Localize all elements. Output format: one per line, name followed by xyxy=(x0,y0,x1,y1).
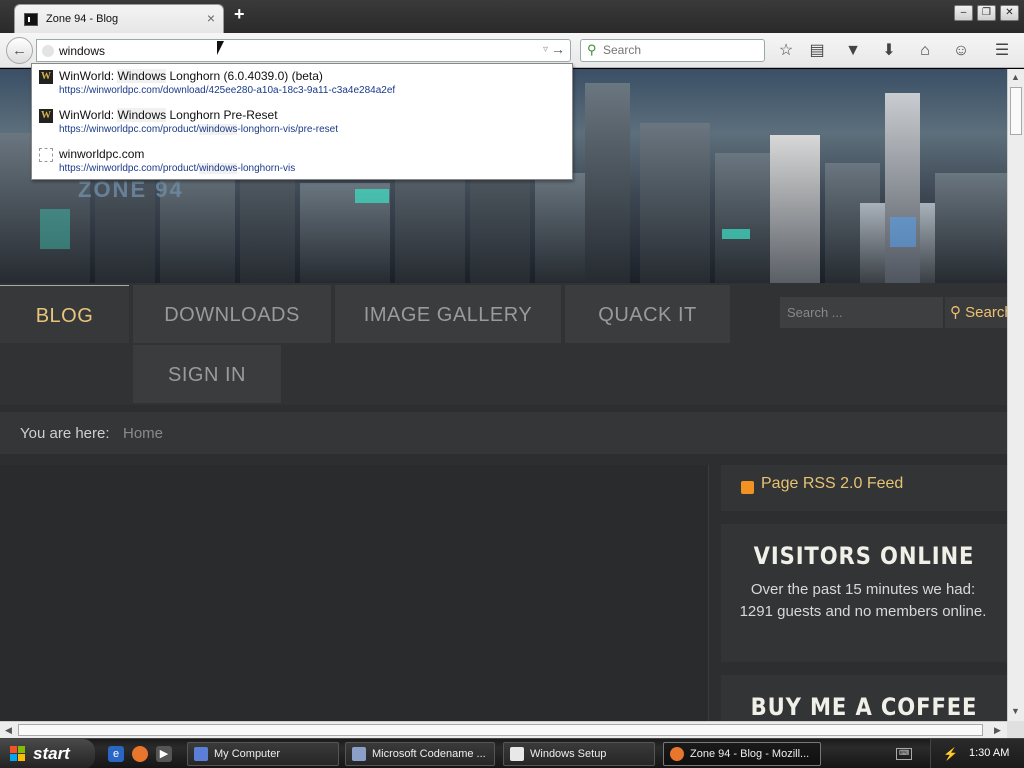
arrow-left-icon: ← xyxy=(12,42,27,59)
windows-logo-icon xyxy=(10,746,26,762)
autocomplete-item[interactable]: W WinWorld: Windows Longhorn Pre-Reset h… xyxy=(32,103,572,142)
url-autocomplete-popup: W WinWorld: Windows Longhorn (6.0.4039.0… xyxy=(31,63,573,180)
visitors-online-box: VISITORS ONLINE Over the past 15 minutes… xyxy=(721,524,1007,662)
menu-item-blog[interactable]: BLOG xyxy=(0,285,129,343)
main-content xyxy=(0,465,709,721)
autocomplete-url: https://winworldpc.com/product/windows-l… xyxy=(59,124,339,135)
url-dropdown-icon[interactable]: ▿ xyxy=(543,44,548,55)
maximize-button[interactable]: ❐ xyxy=(977,5,996,21)
autocomplete-title: winworldpc.com xyxy=(59,147,145,161)
autocomplete-title: WinWorld: Windows Longhorn Pre-Reset xyxy=(59,108,278,122)
pocket-icon[interactable]: ▼ xyxy=(842,40,864,62)
buy-coffee-box: BUY ME A COFFEE xyxy=(721,675,1007,721)
download-icon[interactable]: ⬇ xyxy=(878,40,900,62)
taskbar-item-windows-setup[interactable]: Windows Setup xyxy=(503,742,655,766)
window-icon xyxy=(510,747,524,761)
setup-icon xyxy=(352,747,366,761)
taskbar-item-my-computer[interactable]: My Computer xyxy=(187,742,339,766)
search-engine-icon[interactable]: ⚲ xyxy=(587,42,597,58)
autocomplete-url: https://winworldpc.com/product/windows-l… xyxy=(59,163,296,174)
visitors-heading: VISITORS ONLINE xyxy=(753,542,975,570)
visitors-text: Over the past 15 minutes we had: 1291 gu… xyxy=(739,581,987,620)
network-icon[interactable]: ⚡ xyxy=(943,747,958,761)
new-tab-button[interactable]: + xyxy=(234,4,245,25)
site-search-button[interactable]: ⚲ Search xyxy=(945,297,1007,328)
browser-search-bar[interactable]: ⚲ xyxy=(580,39,765,62)
windows-taskbar: start e ▶ My Computer Microsoft Codename… xyxy=(0,738,1024,768)
mouse-cursor-icon xyxy=(217,41,224,55)
media-player-icon[interactable]: ▶ xyxy=(156,746,172,762)
taskbar-item-firefox[interactable]: Zone 94 - Blog - Mozill... xyxy=(663,742,821,766)
vertical-scroll-thumb[interactable] xyxy=(1010,87,1022,135)
site-search-input[interactable]: Search ... xyxy=(780,297,943,328)
tab-zone94-blog[interactable]: Zone 94 - Blog × xyxy=(14,4,224,33)
taskbar-item-label: My Computer xyxy=(214,748,281,760)
internet-explorer-icon[interactable]: e xyxy=(108,746,124,762)
breadcrumb-label: You are here: xyxy=(20,425,110,442)
horizontal-scroll-thumb[interactable] xyxy=(18,724,983,736)
go-arrow-icon[interactable]: → xyxy=(551,41,565,57)
autocomplete-item[interactable]: winworldpc.com https://winworldpc.com/pr… xyxy=(32,142,572,181)
reading-list-icon[interactable]: ▤ xyxy=(806,40,828,62)
scroll-left-icon[interactable]: ◀ xyxy=(1,723,16,738)
keyboard-icon[interactable]: ⌨ xyxy=(896,748,912,760)
autocomplete-url: https://winworldpc.com/download/425ee280… xyxy=(59,85,396,96)
close-window-button[interactable]: ✕ xyxy=(1000,5,1019,21)
menu-item-sign-in[interactable]: SIGN IN xyxy=(133,345,281,403)
rss-feed-box: Page RSS 2.0 Feed xyxy=(721,465,1007,511)
rss-icon xyxy=(741,481,754,494)
firefox-icon[interactable] xyxy=(132,746,148,762)
menu-item-downloads[interactable]: DOWNLOADS xyxy=(133,285,331,343)
taskbar-item-label: Microsoft Codename ... xyxy=(372,748,486,760)
scrollbar-corner xyxy=(1007,721,1024,738)
zone94-favicon-icon xyxy=(24,13,38,26)
autocomplete-title: WinWorld: Windows Longhorn (6.0.4039.0) … xyxy=(59,69,323,83)
home-icon[interactable]: ⌂ xyxy=(914,40,936,62)
rss-feed-link[interactable]: Page RSS 2.0 Feed xyxy=(761,475,903,493)
taskbar-item-label: Windows Setup xyxy=(530,748,607,760)
chat-icon[interactable]: ☺ xyxy=(950,40,972,62)
menu-item-image-gallery[interactable]: IMAGE GALLERY xyxy=(335,285,561,343)
winworld-favicon-icon: W xyxy=(39,109,53,123)
tab-title: Zone 94 - Blog xyxy=(46,13,119,25)
system-tray: ⚡ 1:30 AM xyxy=(930,739,1024,768)
breadcrumb-home-link[interactable]: Home xyxy=(123,425,163,442)
site-menu: BLOG DOWNLOADS IMAGE GALLERY QUACK IT SI… xyxy=(0,283,1007,405)
taskbar-item-label: Zone 94 - Blog - Mozill... xyxy=(690,748,810,760)
scroll-up-icon[interactable]: ▲ xyxy=(1008,70,1023,85)
coffee-heading: BUY ME A COFFEE xyxy=(750,693,978,721)
vertical-scrollbar[interactable]: ▲ ▼ xyxy=(1007,69,1024,721)
start-label: start xyxy=(33,744,70,763)
tab-close-icon[interactable]: × xyxy=(207,10,215,26)
bookmark-star-icon[interactable]: ☆ xyxy=(775,40,797,62)
menu-hamburger-icon[interactable]: ☰ xyxy=(991,40,1013,62)
globe-icon xyxy=(42,45,54,57)
clock[interactable]: 1:30 AM xyxy=(969,747,1009,759)
scroll-down-icon[interactable]: ▼ xyxy=(1008,704,1023,719)
horizontal-scrollbar[interactable]: ◀ ▶ xyxy=(0,721,1007,738)
search-icon: ⚲ xyxy=(950,304,966,321)
firefox-icon xyxy=(670,747,684,761)
winworld-favicon-icon: W xyxy=(39,70,53,84)
site-search-button-label: Search xyxy=(965,304,1007,321)
blank-page-icon xyxy=(39,148,53,162)
menu-item-quack-it[interactable]: QUACK IT xyxy=(565,285,730,343)
start-button[interactable]: start xyxy=(0,739,95,768)
scroll-right-icon[interactable]: ▶ xyxy=(990,723,1005,738)
browser-titlebar: Zone 94 - Blog × + – ❐ ✕ xyxy=(0,0,1024,33)
back-button[interactable]: ← xyxy=(6,37,33,64)
breadcrumb: You are here: Home xyxy=(0,412,1007,454)
url-input[interactable] xyxy=(59,42,529,59)
browser-search-input[interactable] xyxy=(603,43,758,57)
autocomplete-item[interactable]: W WinWorld: Windows Longhorn (6.0.4039.0… xyxy=(32,64,572,103)
minimize-button[interactable]: – xyxy=(954,5,973,21)
url-bar[interactable]: ▿ → xyxy=(36,39,571,62)
computer-icon xyxy=(194,747,208,761)
taskbar-item-codename[interactable]: Microsoft Codename ... xyxy=(345,742,495,766)
